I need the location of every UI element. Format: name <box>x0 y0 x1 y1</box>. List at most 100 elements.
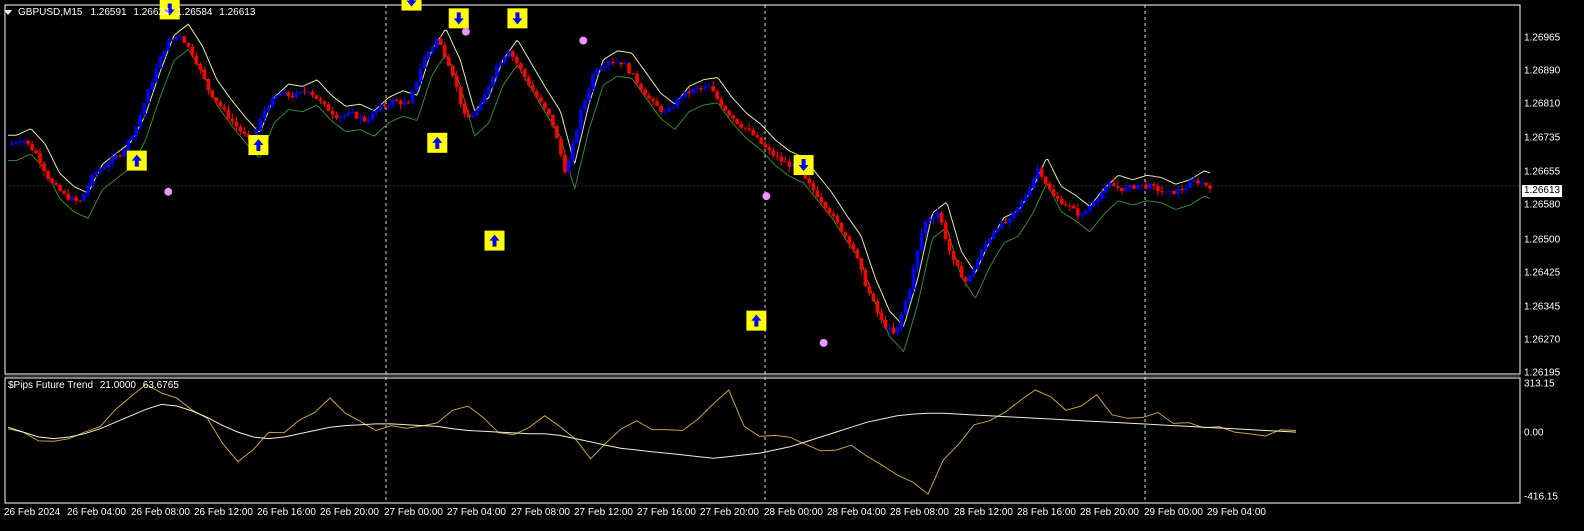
candle-body <box>122 150 126 157</box>
candle-body <box>983 243 988 250</box>
candle-body <box>274 96 279 99</box>
candle-body <box>1196 180 1200 184</box>
candle-body <box>639 83 643 90</box>
candle-body <box>683 91 687 98</box>
candle-body <box>1172 190 1176 194</box>
candle-body <box>1067 205 1072 207</box>
candle-body <box>883 319 888 328</box>
candle-body <box>202 69 207 79</box>
candle-body <box>1164 191 1168 193</box>
candle-body <box>226 109 231 119</box>
candle-body <box>86 185 90 194</box>
candle-body <box>567 160 571 173</box>
candle-body <box>334 114 339 119</box>
candle-body <box>507 51 511 57</box>
candle-body <box>587 89 591 101</box>
candle-body <box>543 102 547 109</box>
candle-body <box>1180 189 1184 191</box>
chart-canvas[interactable] <box>0 0 1584 531</box>
candle-body <box>482 94 487 104</box>
candle-body <box>867 286 872 294</box>
fractal-marker-icon <box>762 192 771 201</box>
candle-body <box>478 103 483 110</box>
fractal-marker-icon <box>461 27 470 36</box>
candle-body <box>827 208 832 214</box>
candle-body <box>1059 198 1064 205</box>
candle-body <box>242 131 247 134</box>
candle-body <box>599 67 603 71</box>
candle-body <box>42 163 46 171</box>
chart-menu-arrow-icon[interactable] <box>4 9 12 15</box>
candle-body <box>170 39 175 42</box>
candle-body <box>619 62 623 65</box>
candle-body <box>687 91 691 94</box>
candle-body <box>939 212 944 223</box>
candle-body <box>947 238 952 252</box>
candle-body <box>987 238 992 244</box>
candle-body <box>1208 185 1212 189</box>
candle-body <box>1192 180 1196 182</box>
candle-body <box>1075 208 1080 216</box>
candle-body <box>747 128 752 130</box>
candle-body <box>835 215 840 223</box>
candle-body <box>923 221 928 234</box>
candle-body <box>731 115 736 119</box>
price-label: 1.26425 <box>1524 267 1561 279</box>
time-label: 29 Feb 00:00 <box>1144 507 1203 518</box>
candle-body <box>703 86 707 89</box>
candle-body <box>559 138 563 155</box>
candle-body <box>967 275 972 282</box>
candle-body <box>607 61 611 66</box>
candle-body <box>771 150 776 156</box>
candle-body <box>911 268 916 290</box>
time-label: 28 Feb 04:00 <box>827 507 886 518</box>
candle-body <box>767 147 772 151</box>
candle-body <box>839 222 844 232</box>
ohlc-values: 1.26591 1.26624 1.26584 1.26613 <box>86 7 255 18</box>
candle-body <box>418 68 423 82</box>
candle-body <box>547 108 551 115</box>
candle-body <box>294 92 299 98</box>
candle-body <box>495 66 499 77</box>
candle-body <box>162 50 167 57</box>
current-price-marker: 1.26613 <box>1522 185 1562 197</box>
candle-body <box>863 269 868 287</box>
candle-body <box>895 327 900 334</box>
candle-body <box>362 116 367 122</box>
candle-body <box>523 69 527 78</box>
candle-body <box>298 91 303 93</box>
candle-body <box>1104 186 1108 193</box>
candle-body <box>70 197 74 200</box>
candle-body <box>50 178 54 183</box>
symbol-timeframe: GBPUSD,M15 <box>18 6 83 18</box>
candle-body <box>627 63 631 74</box>
candle-body <box>727 110 731 116</box>
candle-body <box>1204 182 1208 186</box>
candle-body <box>855 249 860 259</box>
time-label: 26 Feb 16:00 <box>257 507 316 518</box>
candle-body <box>1148 184 1152 189</box>
candle-body <box>1188 181 1192 188</box>
candle-body <box>1043 176 1048 184</box>
candle-body <box>210 90 215 98</box>
candle-body <box>643 89 647 96</box>
fractal-marker-icon <box>819 338 828 347</box>
candle-body <box>907 289 912 301</box>
candle-body <box>98 169 102 173</box>
candle-body <box>1156 185 1160 191</box>
candle-body <box>663 111 667 113</box>
indicator-level-label: -416.15 <box>1524 491 1558 503</box>
candle-body <box>442 44 447 58</box>
lower-band-line <box>8 48 1211 353</box>
candle-body <box>527 77 531 85</box>
candle-body <box>1083 210 1088 214</box>
candle-body <box>723 105 727 111</box>
candle-body <box>847 236 852 244</box>
candle-body <box>26 140 30 144</box>
candle-body <box>182 36 187 43</box>
candle-body <box>699 88 703 90</box>
chart-header: GBPUSD,M15 1.26591 1.26624 1.26584 1.266… <box>4 4 255 20</box>
candle-body <box>707 86 711 88</box>
candle-body <box>655 101 659 106</box>
candle-body <box>1128 185 1132 188</box>
